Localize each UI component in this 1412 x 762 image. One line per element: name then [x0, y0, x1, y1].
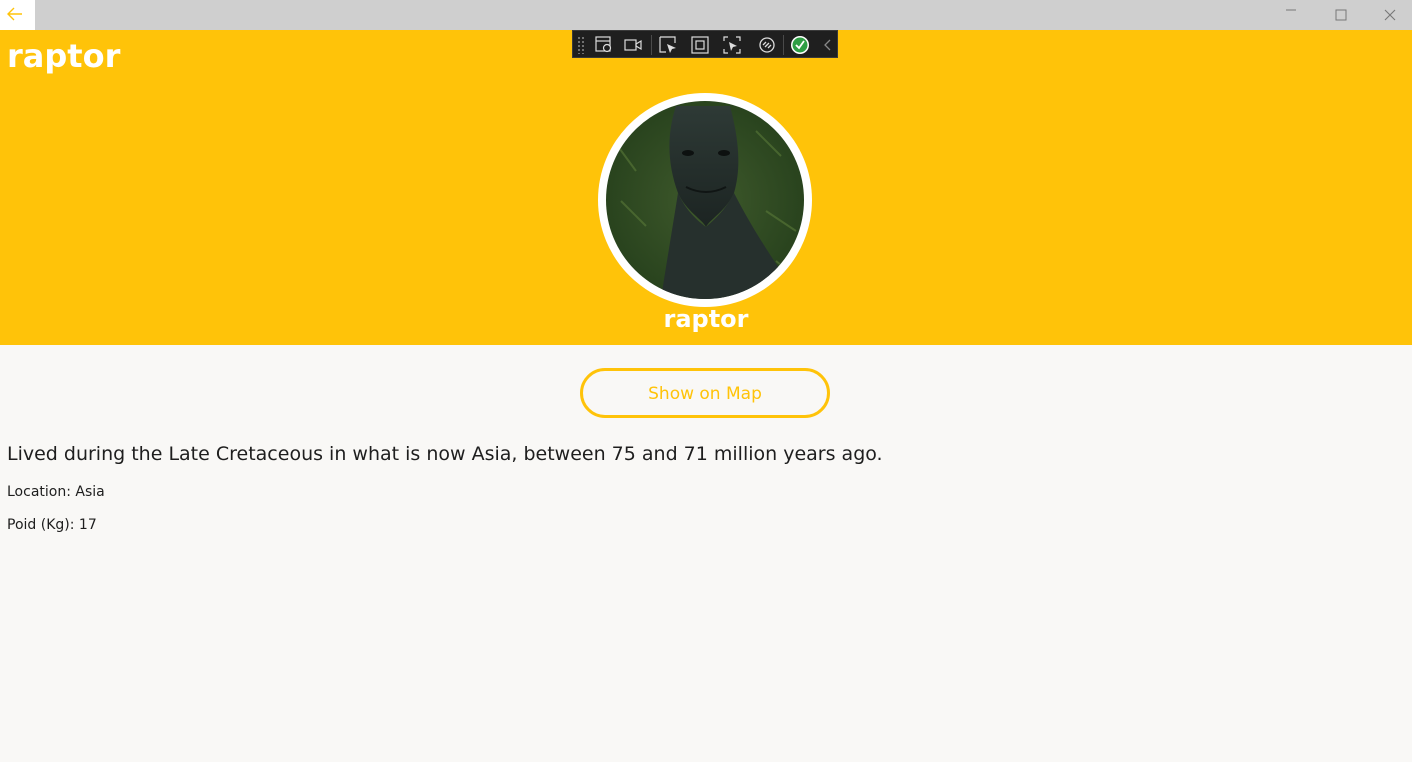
hot-reload-icon [759, 37, 775, 53]
toolbar-separator [651, 35, 652, 55]
back-button[interactable] [0, 0, 35, 30]
record-button[interactable] [622, 34, 644, 56]
live-visual-tree-icon [595, 36, 612, 53]
minimize-icon [1286, 9, 1296, 11]
drag-handle[interactable] [577, 36, 585, 54]
location-value: Asia [75, 484, 105, 500]
display-layout-adorners-icon [691, 36, 709, 54]
raptor-photo [606, 101, 804, 299]
debug-toolbar [572, 30, 838, 58]
show-on-map-button[interactable]: Show on Map [580, 368, 830, 418]
location-label: Location: [7, 484, 71, 500]
close-icon [1384, 9, 1396, 21]
close-button[interactable] [1366, 0, 1412, 30]
avatar [598, 93, 812, 307]
select-element-icon [659, 36, 676, 53]
weight-line: Poid (Kg): 17 [7, 515, 97, 535]
track-focused-element-button[interactable] [721, 34, 743, 56]
track-focused-element-icon [723, 36, 741, 54]
title-bar [0, 0, 1412, 30]
collapse-toolbar-button[interactable] [817, 34, 839, 56]
weight-value: 17 [78, 517, 97, 533]
maximize-icon [1335, 9, 1347, 21]
dinosaur-header: raptor raptor [0, 30, 1412, 345]
back-arrow-icon [7, 7, 22, 21]
record-icon [624, 39, 642, 51]
weight-label: Poid (Kg): [7, 517, 75, 533]
display-layout-adorners-button[interactable] [689, 34, 711, 56]
binding-failures-ok-icon [791, 36, 809, 54]
minimize-button[interactable] [1267, 0, 1315, 30]
collapse-chevron-icon [824, 39, 831, 51]
binding-failures-button[interactable] [789, 34, 811, 56]
avatar-name-label: raptor [663, 305, 749, 333]
toolbar-separator [783, 35, 784, 55]
description-text: Lived during the Late Cretaceous in what… [7, 443, 883, 465]
maximize-button[interactable] [1317, 0, 1365, 30]
location-line: Location: Asia [7, 482, 105, 502]
select-element-button[interactable] [657, 34, 679, 56]
page-title: raptor [7, 37, 121, 75]
hot-reload-button[interactable] [756, 34, 778, 56]
live-visual-tree-button[interactable] [593, 34, 615, 56]
